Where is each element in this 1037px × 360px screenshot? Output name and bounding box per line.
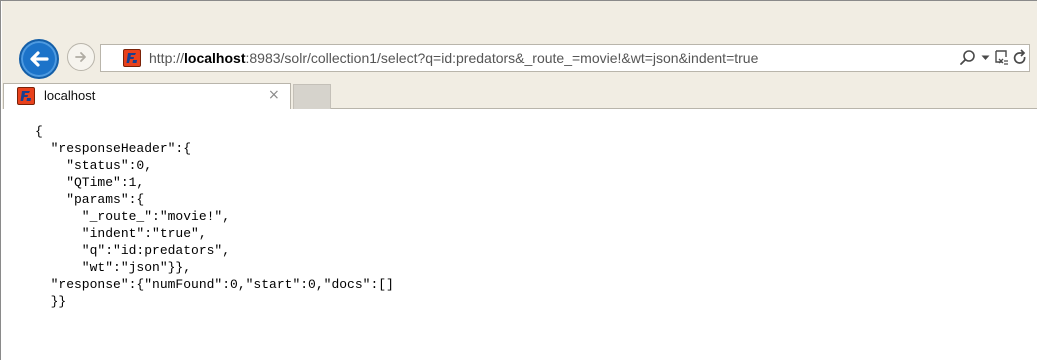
json-line: "responseHeader":{: [35, 141, 192, 156]
back-arrow-icon: [30, 51, 49, 67]
new-tab-button[interactable]: [293, 84, 331, 109]
url-path: :8983/solr/collection1/select?q=id:preda…: [245, 50, 759, 66]
browser-window: http://localhost:8983/solr/collection1/s…: [0, 0, 1037, 360]
json-line: "QTime":1,: [35, 175, 145, 190]
json-line: }}: [35, 294, 67, 309]
search-icon[interactable]: [959, 49, 977, 67]
json-line: "params":{: [35, 192, 145, 207]
dropdown-arrow-icon[interactable]: [981, 55, 990, 61]
json-line: {: [35, 124, 43, 139]
browser-chrome: http://localhost:8983/solr/collection1/s…: [2, 1, 1037, 109]
refresh-icon[interactable]: [1012, 49, 1028, 67]
page-content: { "responseHeader":{ "status":0, "QTime"…: [2, 109, 1037, 360]
forward-button[interactable]: [67, 43, 95, 71]
json-response: { "responseHeader":{ "status":0, "QTime"…: [35, 123, 394, 310]
json-line: "response":{"numFound":0,"start":0,"docs…: [35, 277, 394, 292]
json-line: "indent":"true",: [35, 226, 207, 241]
tab-close-icon[interactable]: ×: [268, 87, 280, 103]
compatibility-view-icon[interactable]: [994, 49, 1010, 67]
site-favicon-icon: [123, 49, 141, 67]
forward-arrow-icon: [75, 52, 86, 62]
json-line: "status":0,: [35, 158, 153, 173]
tab-localhost[interactable]: localhost ×: [3, 83, 291, 109]
tab-title: localhost: [44, 88, 96, 103]
json-line: "wt":"json"}},: [35, 260, 192, 275]
url-text[interactable]: http://localhost:8983/solr/collection1/s…: [149, 49, 758, 67]
url-scheme: http://: [149, 50, 185, 66]
json-line: "_route_":"movie!",: [35, 209, 231, 224]
tab-favicon-icon: [17, 87, 35, 105]
json-line: "q":"id:predators",: [35, 243, 231, 258]
url-host: localhost: [184, 50, 246, 66]
back-button[interactable]: [19, 39, 59, 79]
address-bar[interactable]: http://localhost:8983/solr/collection1/s…: [100, 44, 1030, 72]
